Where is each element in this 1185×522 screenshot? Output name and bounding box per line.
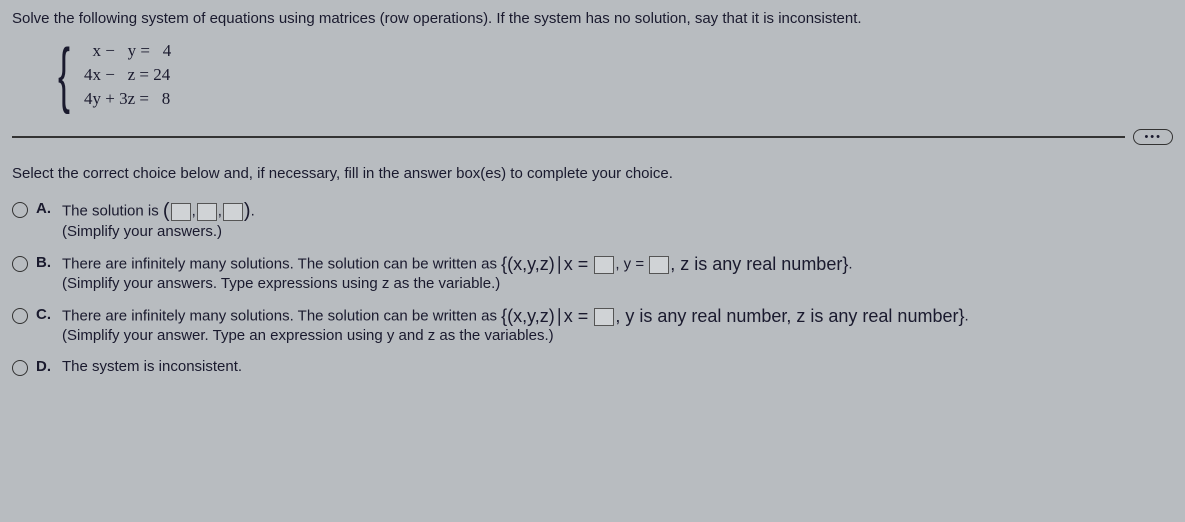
- blank-a-3[interactable]: [223, 203, 243, 221]
- blank-a-1[interactable]: [171, 203, 191, 221]
- choice-b-letter: B.: [36, 254, 54, 271]
- more-dots-button[interactable]: •••: [1133, 129, 1173, 145]
- choice-b[interactable]: B. There are infinitely many solutions. …: [12, 254, 1173, 292]
- choice-c-set-close: , y is any real number, z is any real nu…: [615, 306, 964, 326]
- close-paren-icon: ): [244, 200, 251, 222]
- choice-c-body: There are infinitely many solutions. The…: [62, 306, 1173, 344]
- choice-c-suffix: .: [964, 307, 968, 324]
- equation-1: x − y = 4: [84, 39, 171, 63]
- choice-a-suffix: .: [251, 202, 255, 219]
- choice-a-letter: A.: [36, 200, 54, 217]
- choice-b-prefix: There are infinitely many solutions. The…: [62, 255, 501, 272]
- choice-a-note: (Simplify your answers.): [62, 223, 1173, 240]
- choice-b-set-close: , z is any real number}: [670, 254, 848, 274]
- choice-a-prefix: The solution is: [62, 202, 163, 219]
- radio-c[interactable]: [12, 308, 28, 324]
- radio-b[interactable]: [12, 256, 28, 272]
- choice-c-letter: C.: [36, 306, 54, 323]
- choice-b-suffix: .: [848, 255, 852, 272]
- blank-a-2[interactable]: [197, 203, 217, 221]
- question-text: Solve the following system of equations …: [12, 10, 1173, 27]
- choice-d-letter: D.: [36, 358, 54, 375]
- left-brace-icon: {: [58, 39, 70, 111]
- blank-c-1[interactable]: [594, 308, 614, 326]
- choice-b-note: (Simplify your answers. Type expressions…: [62, 275, 1173, 292]
- choice-b-mid1: , y =: [615, 255, 648, 272]
- choice-c-set-open: {(x,y,z)∣x =: [501, 306, 593, 326]
- divider-row: •••: [12, 129, 1173, 145]
- choice-c-note: (Simplify your answer. Type an expressio…: [62, 327, 1173, 344]
- equation-list: x − y = 4 4x − z = 24 4y + 3z = 8: [84, 39, 171, 110]
- choice-c-prefix: There are infinitely many solutions. The…: [62, 307, 501, 324]
- radio-a[interactable]: [12, 202, 28, 218]
- choice-c[interactable]: C. There are infinitely many solutions. …: [12, 306, 1173, 344]
- choice-d-body: The system is inconsistent.: [62, 358, 1173, 375]
- choice-a[interactable]: A. The solution is (,,). (Simplify your …: [12, 200, 1173, 240]
- equation-2: 4x − z = 24: [84, 63, 171, 87]
- horizontal-divider: [12, 136, 1125, 138]
- blank-b-2[interactable]: [649, 256, 669, 274]
- blank-b-1[interactable]: [594, 256, 614, 274]
- instruction-text: Select the correct choice below and, if …: [12, 165, 1173, 182]
- choice-a-body: The solution is (,,). (Simplify your ans…: [62, 200, 1173, 240]
- radio-d[interactable]: [12, 360, 28, 376]
- choice-d[interactable]: D. The system is inconsistent.: [12, 358, 1173, 376]
- choice-b-body: There are infinitely many solutions. The…: [62, 254, 1173, 292]
- equation-3: 4y + 3z = 8: [84, 87, 171, 111]
- choices-group: A. The solution is (,,). (Simplify your …: [12, 200, 1173, 376]
- choice-d-text: The system is inconsistent.: [62, 358, 242, 375]
- open-paren-icon: (: [163, 200, 170, 222]
- system-of-equations: { x − y = 4 4x − z = 24 4y + 3z = 8: [52, 39, 1173, 111]
- choice-b-set-open: {(x,y,z)∣x =: [501, 254, 593, 274]
